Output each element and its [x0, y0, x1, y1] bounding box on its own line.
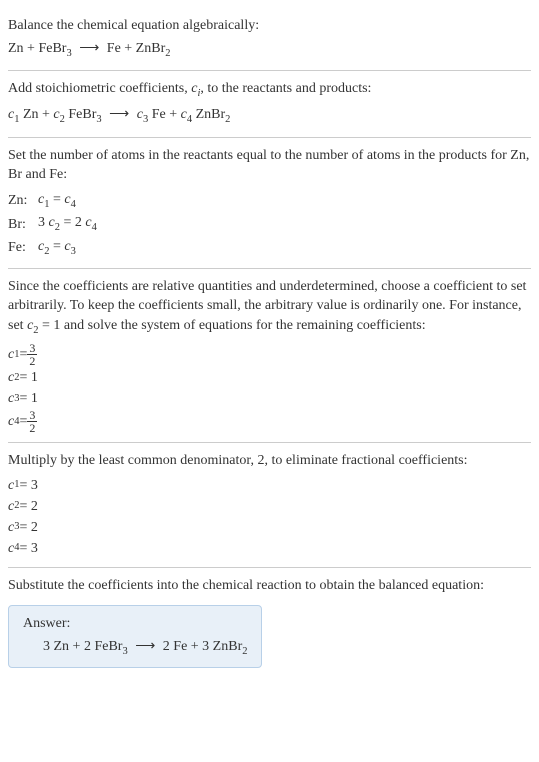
atom-eq-text: Set the number of atoms in the reactants…	[8, 146, 531, 185]
answer-box: Answer: 3 Zn + 2 FeBr3 ⟶ 2 Fe + 3 ZnBr2	[8, 605, 262, 668]
fraction: 32	[27, 409, 37, 434]
section-add-coefficients: Add stoichiometric coefficients, ci, to …	[8, 71, 531, 137]
balanced-equation: 3 Zn + 2 FeBr3 ⟶ 2 Fe + 3 ZnBr2	[23, 638, 247, 657]
coefficient-equation: c1 Zn + c2 FeBr3 ⟶ c3 Fe + c4 ZnBr2	[8, 106, 531, 125]
eq-rhs: Fe + ZnBr	[107, 41, 165, 56]
substitute-text: Substitute the coefficients into the che…	[8, 576, 531, 596]
table-row: c4 = 3	[8, 538, 531, 559]
lcd-text: Multiply by the least common denominator…	[8, 451, 531, 471]
section-multiply-lcd: Multiply by the least common denominator…	[8, 443, 531, 568]
table-row: Br: 3 c2 = 2 c4	[8, 212, 531, 236]
section-final-answer: Substitute the coefficients into the che…	[8, 568, 531, 676]
table-row: c3 = 1	[8, 388, 531, 409]
section-solve-fractional: Since the coefficients are relative quan…	[8, 269, 531, 444]
atom-equations-table: Zn: c1 = c4 Br: 3 c2 = 2 c4 Fe: c2 = c3	[8, 189, 531, 260]
fraction: 32	[27, 342, 37, 367]
arrow-icon: ⟶	[109, 106, 129, 123]
table-row: c1 = 32	[8, 342, 531, 367]
table-row: c1 = 3	[8, 475, 531, 496]
add-coef-text: Add stoichiometric coefficients, ci, to …	[8, 79, 531, 101]
unbalanced-equation: Zn + FeBr3 ⟶ Fe + ZnBr2	[8, 40, 531, 59]
solve-text: Since the coefficients are relative quan…	[8, 277, 531, 339]
table-row: Zn: c1 = c4	[8, 189, 531, 213]
eq-lhs: Zn + FeBr	[8, 41, 66, 56]
integer-coefficients: c1 = 3 c2 = 2 c3 = 2 c4 = 3	[8, 475, 531, 559]
section-atom-equations: Set the number of atoms in the reactants…	[8, 138, 531, 269]
intro-text: Balance the chemical equation algebraica…	[8, 16, 531, 36]
table-row: c4 = 32	[8, 409, 531, 434]
answer-label: Answer:	[23, 616, 247, 632]
eq-sub1: 3	[66, 47, 71, 58]
table-row: c2 = 1	[8, 367, 531, 388]
arrow-icon: ⟶	[79, 40, 99, 57]
section-balance-intro: Balance the chemical equation algebraica…	[8, 8, 531, 71]
table-row: Fe: c2 = c3	[8, 236, 531, 260]
eq-sub2: 2	[165, 47, 170, 58]
table-row: c2 = 2	[8, 496, 531, 517]
table-row: c3 = 2	[8, 517, 531, 538]
fractional-coefficients: c1 = 32 c2 = 1 c3 = 1 c4 = 32	[8, 342, 531, 434]
arrow-icon: ⟶	[135, 638, 155, 655]
